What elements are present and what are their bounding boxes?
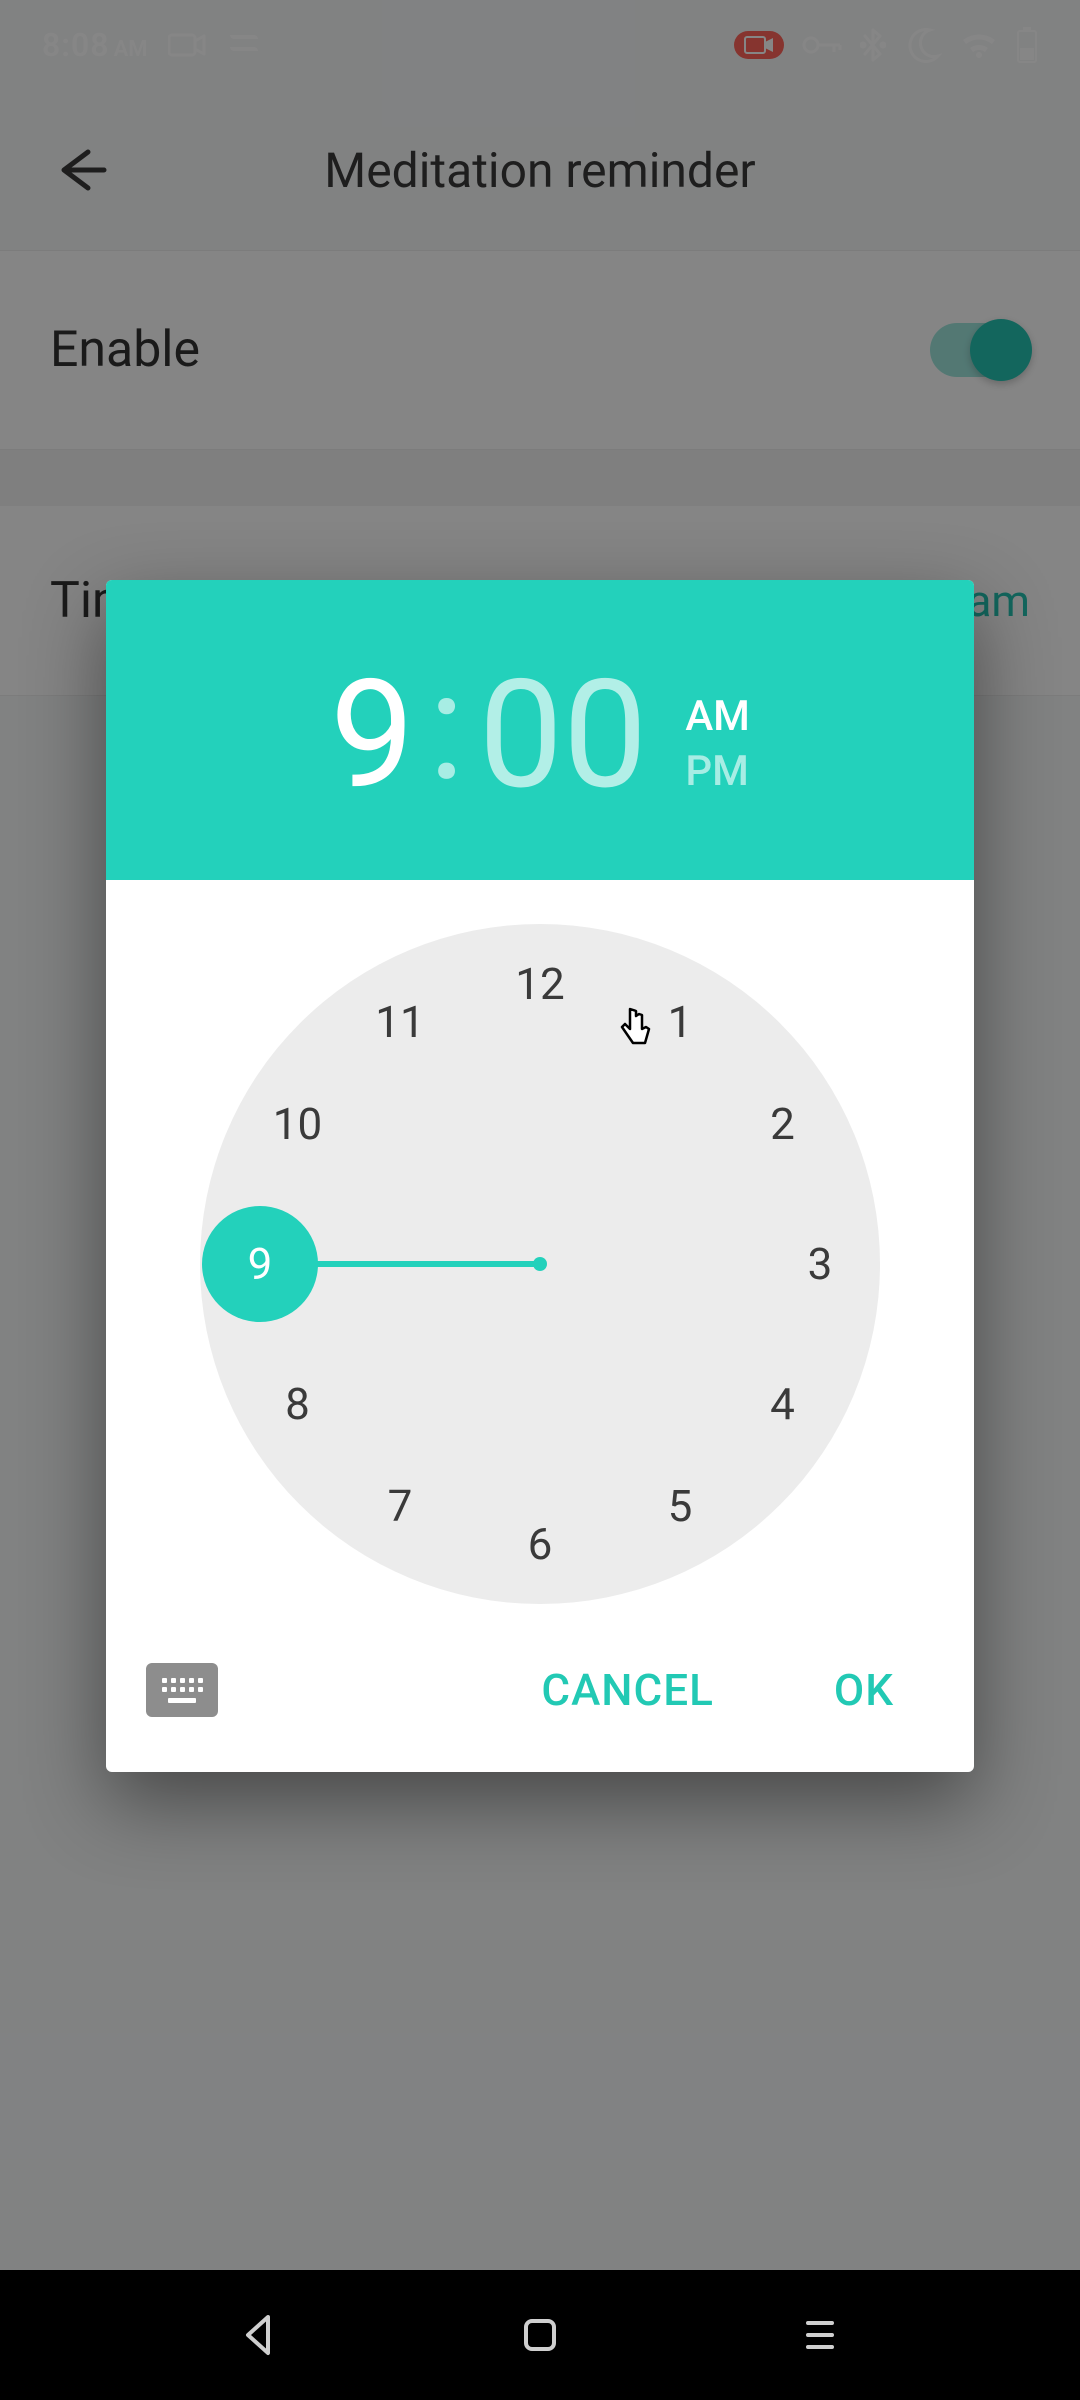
clock-hour-12[interactable]: 12	[510, 954, 570, 1014]
am-selector[interactable]: AM	[685, 692, 750, 741]
clock-hour-11[interactable]: 11	[370, 992, 430, 1052]
clock-hour-2[interactable]: 2	[752, 1094, 812, 1154]
clock-hour-8[interactable]: 8	[268, 1374, 328, 1434]
clock-hour-6[interactable]: 6	[510, 1514, 570, 1574]
clock-hour-7[interactable]: 7	[370, 1476, 430, 1536]
ok-button[interactable]: OK	[804, 1654, 924, 1726]
time-picker-dialog: 9 : 00 AM PM 9 12 12 3 45 6 78 10 11 CANCEL OK	[106, 580, 974, 1772]
clock-hour-5[interactable]: 5	[650, 1476, 710, 1536]
time-colon: :	[428, 639, 464, 815]
dialog-actions: CANCEL OK	[106, 1634, 974, 1772]
minute-display[interactable]: 00	[479, 647, 648, 823]
clock-hour-4[interactable]: 4	[752, 1374, 812, 1434]
clock-hour-3[interactable]: 3	[790, 1234, 850, 1294]
nav-recent-icon[interactable]	[794, 2309, 846, 2361]
nav-back-icon[interactable]	[234, 2309, 286, 2361]
pm-selector[interactable]: PM	[685, 747, 750, 796]
clock-hour-1[interactable]: 1	[650, 992, 710, 1052]
time-picker-header: 9 : 00 AM PM	[106, 580, 974, 880]
system-nav-bar	[0, 2270, 1080, 2400]
clock-center	[533, 1257, 547, 1271]
cancel-button[interactable]: CANCEL	[511, 1654, 743, 1726]
hour-display[interactable]: 9	[330, 647, 414, 823]
selected-hour-knob[interactable]: 9	[202, 1206, 318, 1322]
keyboard-input-icon[interactable]	[146, 1663, 218, 1717]
clock-face[interactable]: 9 12 12 3 45 6 78 10 11	[200, 924, 880, 1604]
clock-hour-10[interactable]: 10	[268, 1094, 328, 1154]
nav-home-icon[interactable]	[514, 2309, 566, 2361]
